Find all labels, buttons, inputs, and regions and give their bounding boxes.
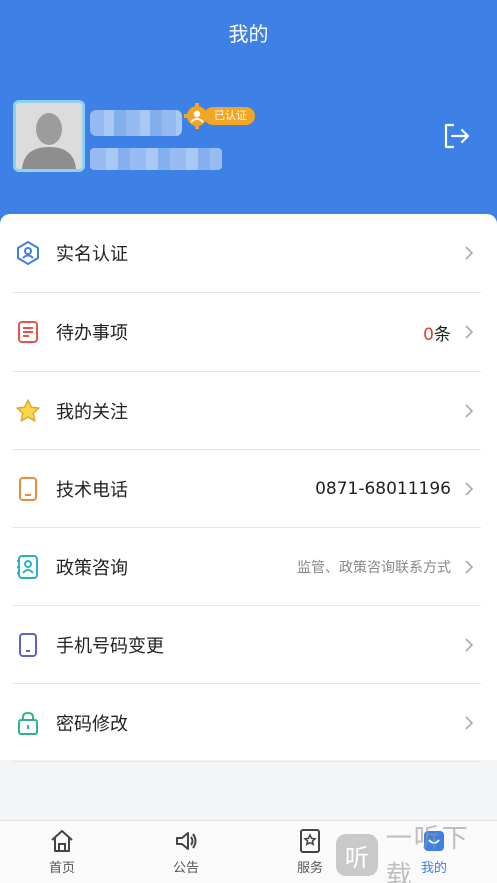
username-blurred	[90, 110, 182, 136]
menu-item-todo[interactable]: 待办事项 0条	[0, 293, 497, 371]
menu-item-label: 待办事项	[56, 323, 128, 344]
policy-consult-hint: 监管、政策咨询联系方式	[297, 560, 451, 576]
lock-icon	[18, 711, 38, 735]
menu-item-policy-consult[interactable]: 政策咨询 监管、政策咨询联系方式	[0, 528, 497, 606]
menu-item-change-mobile[interactable]: 手机号码变更	[0, 606, 497, 684]
tab-home[interactable]: 首页	[0, 821, 124, 883]
chevron-right-icon	[465, 246, 474, 260]
menu-item-label: 密码修改	[56, 714, 128, 735]
avatar[interactable]	[13, 100, 85, 172]
avatar-placeholder-icon	[16, 103, 82, 169]
menu-item-tech-phone[interactable]: 技术电话 0871-68011196	[0, 450, 497, 528]
logout-icon[interactable]	[440, 120, 472, 152]
menu-item-my-follows[interactable]: 我的关注	[0, 372, 497, 450]
mobile-icon	[19, 633, 37, 657]
divider	[12, 761, 481, 762]
chevron-right-icon	[465, 638, 474, 652]
verified-badge: 已认证	[184, 103, 255, 129]
todo-count-number: 0	[423, 324, 434, 345]
menu-item-label: 我的关注	[56, 402, 128, 423]
menu-card: 实名认证 待办事项 0条 我的关注 技术电话 0871-68011196 政策咨…	[0, 214, 497, 762]
menu-item-change-password[interactable]: 密码修改	[0, 684, 497, 762]
home-icon	[51, 830, 73, 852]
chevron-right-icon	[465, 482, 474, 496]
todo-count: 0条	[423, 320, 451, 345]
chevron-right-icon	[465, 716, 474, 730]
verified-label: 已认证	[204, 107, 255, 125]
tab-label: 服务	[296, 861, 323, 876]
chevron-right-icon	[465, 404, 474, 418]
tab-announcements[interactable]: 公告	[124, 821, 248, 883]
chevron-right-icon	[465, 325, 474, 339]
tab-label: 公告	[172, 861, 199, 876]
menu-item-label: 手机号码变更	[56, 636, 164, 657]
service-icon	[300, 829, 320, 853]
page-title: 我的	[228, 22, 269, 46]
todo-count-unit: 条	[434, 324, 451, 345]
tech-phone-number: 0871-68011196	[315, 479, 451, 499]
watermark-logo-icon: 听	[336, 834, 378, 876]
tab-label: 首页	[48, 861, 75, 876]
speaker-icon	[176, 832, 197, 850]
todo-list-icon	[18, 321, 38, 343]
account-info-blurred	[90, 148, 222, 170]
id-verify-icon	[17, 240, 39, 266]
menu-item-label: 政策咨询	[56, 558, 128, 579]
watermark: 听 一听下载	[336, 824, 497, 883]
menu-item-real-name-verify[interactable]: 实名认证	[0, 214, 497, 292]
phone-icon	[19, 477, 37, 501]
watermark-text: 一听下载	[385, 824, 470, 883]
menu-item-label: 实名认证	[56, 244, 128, 265]
menu-item-label: 技术电话	[56, 480, 128, 501]
contact-icon	[17, 555, 38, 579]
star-icon	[16, 399, 40, 422]
chevron-right-icon	[465, 560, 474, 574]
